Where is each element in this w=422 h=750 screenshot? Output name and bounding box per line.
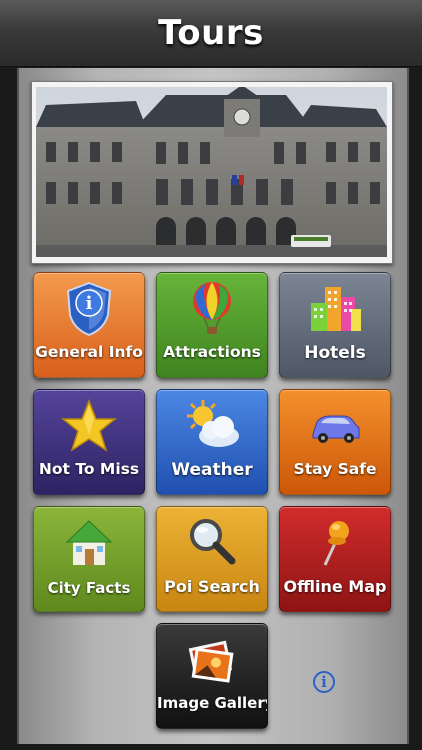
info-icon: i [321,673,327,691]
tile-attractions[interactable]: Attractions [156,272,268,378]
tile-label: Weather [171,460,253,480]
map-pin-icon [280,515,390,571]
tile-label: Image Gallery [157,694,268,712]
tile-label: Offline Map [283,577,387,596]
tile-label: General Info [35,343,143,361]
sun-cloud-icon [157,398,267,454]
tile-label: Poi Search [164,577,260,596]
tile-label: Stay Safe [293,460,377,478]
car-icon [280,398,390,454]
tile-offline-map[interactable]: Offline Map [279,506,391,612]
tile-general-info[interactable]: i General Info [33,272,145,378]
info-button[interactable]: i [313,671,335,693]
tile-label: Not To Miss [38,460,140,478]
tile-weather[interactable]: Weather [156,389,268,495]
tile-poi-search[interactable]: Poi Search [156,506,268,612]
banner-photo [36,87,387,257]
buildings-icon [280,281,390,337]
info-shield-icon: i [34,281,144,337]
tile-hotels[interactable]: Hotels [279,272,391,378]
photos-icon [157,634,267,690]
tile-label: Hotels [304,343,366,363]
tile-not-to-miss[interactable]: Not To Miss [33,389,145,495]
city-hall-image [36,87,387,257]
header-bar: Tours [0,0,422,67]
svg-text:i: i [86,293,93,314]
tile-stay-safe[interactable]: Stay Safe [279,389,391,495]
tile-city-facts[interactable]: City Facts [33,506,145,612]
hot-air-balloon-icon [157,281,267,337]
house-icon [34,515,144,571]
page-title: Tours [158,13,264,53]
tile-image-gallery[interactable]: Image Gallery [156,623,268,729]
magnifier-icon [157,515,267,571]
banner-photo-frame [31,81,393,264]
tile-label: City Facts [47,579,131,597]
tile-label: Attractions [163,343,261,361]
star-icon [34,398,144,454]
